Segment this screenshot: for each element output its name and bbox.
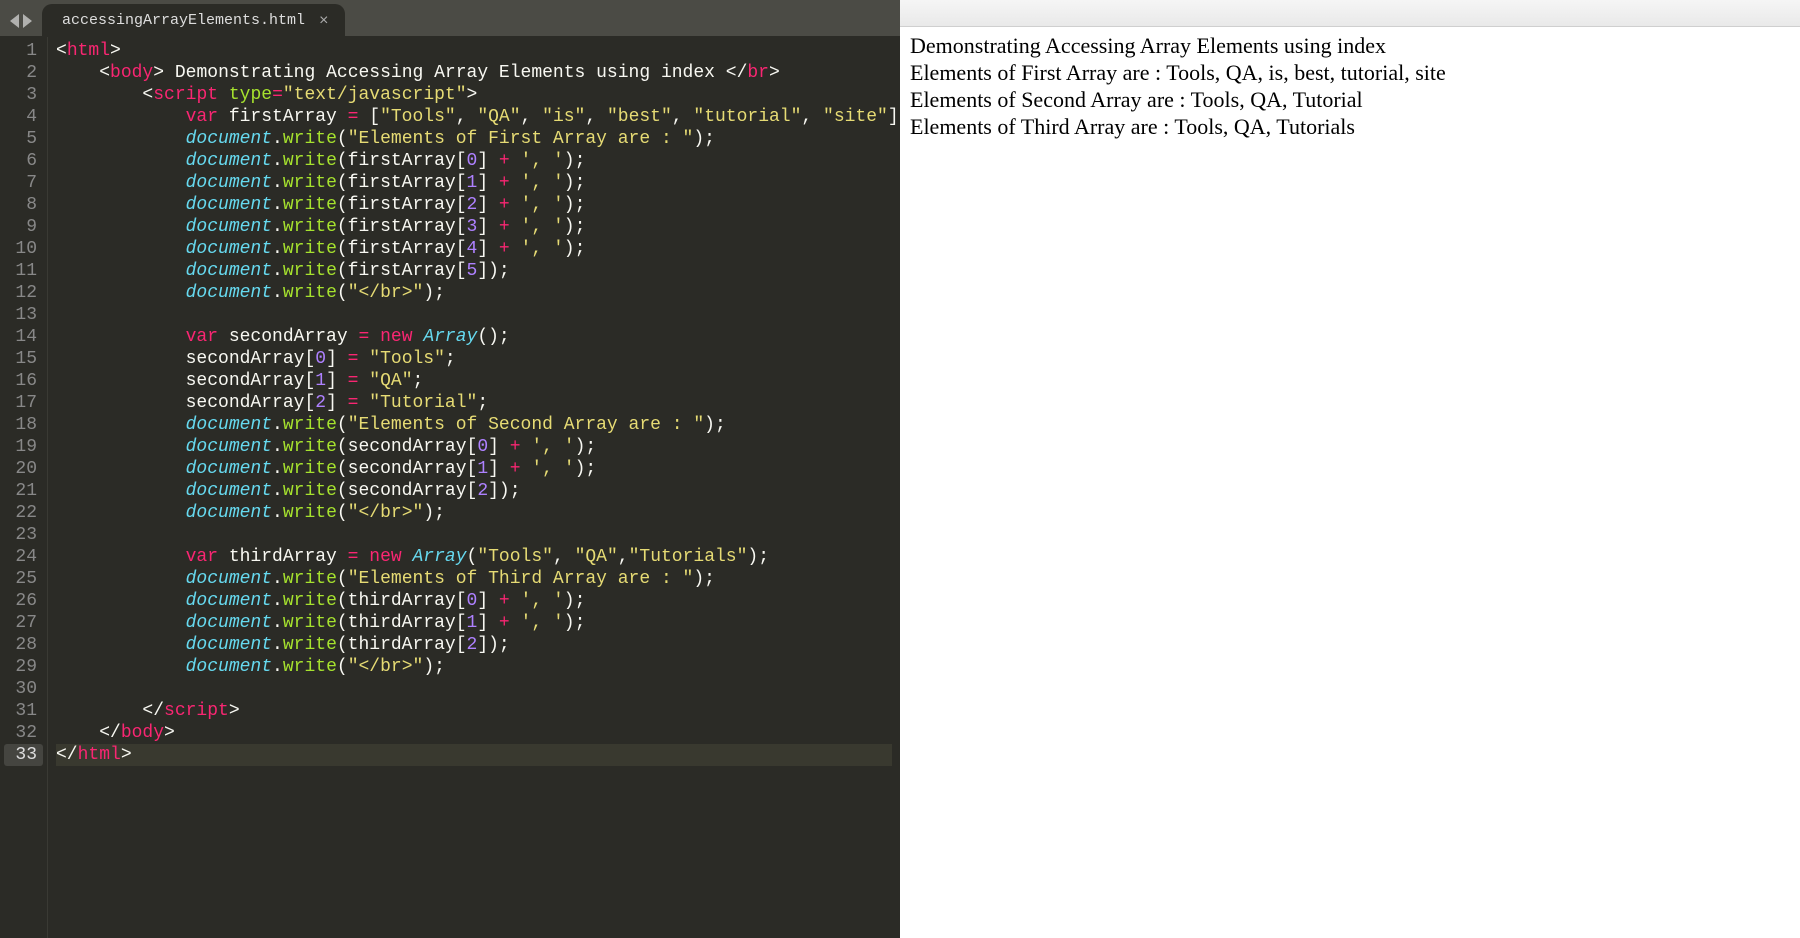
line-number: 26 <box>4 590 37 612</box>
line-number: 17 <box>4 392 37 414</box>
line-number: 10 <box>4 238 37 260</box>
line-number: 18 <box>4 414 37 436</box>
line-number: 33 <box>4 744 43 766</box>
browser-output-line: Elements of Third Array are : Tools, QA,… <box>910 113 1790 140</box>
browser-preview-pane: Demonstrating Accessing Array Elements u… <box>900 0 1800 938</box>
line-number: 11 <box>4 260 37 282</box>
code-line[interactable]: document.write("</br>"); <box>56 656 892 678</box>
line-number: 12 <box>4 282 37 304</box>
code-line[interactable]: document.write("Elements of First Array … <box>56 128 892 150</box>
code-line[interactable] <box>56 524 892 546</box>
code-line[interactable]: document.write(thirdArray[1] + ', '); <box>56 612 892 634</box>
line-number: 2 <box>4 62 37 84</box>
browser-window-chrome <box>900 0 1800 27</box>
code-line[interactable]: document.write("</br>"); <box>56 502 892 524</box>
line-number: 14 <box>4 326 37 348</box>
code-line[interactable]: <script type="text/javascript"> <box>56 84 892 106</box>
browser-output-line: Elements of First Array are : Tools, QA,… <box>910 59 1790 86</box>
code-line[interactable]: <body> Demonstrating Accessing Array Ele… <box>56 62 892 84</box>
line-number: 16 <box>4 370 37 392</box>
code-line[interactable]: document.write(firstArray[3] + ', '); <box>56 216 892 238</box>
line-number: 27 <box>4 612 37 634</box>
line-number: 9 <box>4 216 37 238</box>
browser-content: Demonstrating Accessing Array Elements u… <box>910 32 1790 140</box>
code-line[interactable]: document.write("Elements of Second Array… <box>56 414 892 436</box>
line-number: 5 <box>4 128 37 150</box>
code-line[interactable]: secondArray[2] = "Tutorial"; <box>56 392 892 414</box>
code-line[interactable]: var secondArray = new Array(); <box>56 326 892 348</box>
code-line[interactable] <box>56 304 892 326</box>
code-line[interactable] <box>56 678 892 700</box>
code-line[interactable]: document.write(firstArray[0] + ', '); <box>56 150 892 172</box>
line-number: 30 <box>4 678 37 700</box>
line-number: 13 <box>4 304 37 326</box>
line-number: 21 <box>4 480 37 502</box>
line-number: 19 <box>4 436 37 458</box>
code-line[interactable]: secondArray[0] = "Tools"; <box>56 348 892 370</box>
code-line[interactable]: </body> <box>56 722 892 744</box>
nav-back-icon[interactable] <box>10 14 19 28</box>
code-line[interactable]: document.write(firstArray[1] + ', '); <box>56 172 892 194</box>
code-line[interactable]: var thirdArray = new Array("Tools", "QA"… <box>56 546 892 568</box>
code-line[interactable]: document.write(thirdArray[0] + ', '); <box>56 590 892 612</box>
code-line[interactable]: var firstArray = ["Tools", "QA", "is", "… <box>56 106 892 128</box>
code-line[interactable]: document.write("Elements of Third Array … <box>56 568 892 590</box>
editor-body[interactable]: 1234567891011121314151617181920212223242… <box>0 36 900 938</box>
code-line[interactable]: document.write("</br>"); <box>56 282 892 304</box>
editor-titlebar: accessingArrayElements.html × <box>0 0 900 36</box>
code-line[interactable]: document.write(secondArray[0] + ', '); <box>56 436 892 458</box>
code-line[interactable]: </html> <box>56 744 892 766</box>
line-number: 1 <box>4 40 37 62</box>
line-number-gutter: 1234567891011121314151617181920212223242… <box>0 36 48 938</box>
line-number: 25 <box>4 568 37 590</box>
line-number: 31 <box>4 700 37 722</box>
code-line[interactable]: secondArray[1] = "QA"; <box>56 370 892 392</box>
line-number: 24 <box>4 546 37 568</box>
code-line[interactable]: <html> <box>56 40 892 62</box>
line-number: 7 <box>4 172 37 194</box>
code-line[interactable]: document.write(firstArray[2] + ', '); <box>56 194 892 216</box>
tab-close-icon[interactable]: × <box>319 13 329 29</box>
line-number: 22 <box>4 502 37 524</box>
line-number: 32 <box>4 722 37 744</box>
code-area[interactable]: <html> <body> Demonstrating Accessing Ar… <box>48 36 900 938</box>
line-number: 28 <box>4 634 37 656</box>
line-number: 3 <box>4 84 37 106</box>
browser-output-line: Demonstrating Accessing Array Elements u… <box>910 32 1790 59</box>
nav-arrows <box>10 14 32 28</box>
code-line[interactable]: document.write(firstArray[5]); <box>56 260 892 282</box>
tab-filename: accessingArrayElements.html <box>62 12 305 29</box>
line-number: 6 <box>4 150 37 172</box>
code-line[interactable]: document.write(secondArray[2]); <box>56 480 892 502</box>
code-line[interactable]: document.write(secondArray[1] + ', '); <box>56 458 892 480</box>
line-number: 4 <box>4 106 37 128</box>
code-line[interactable]: document.write(thirdArray[2]); <box>56 634 892 656</box>
line-number: 29 <box>4 656 37 678</box>
browser-output-line: Elements of Second Array are : Tools, QA… <box>910 86 1790 113</box>
editor-tab[interactable]: accessingArrayElements.html × <box>42 4 345 37</box>
line-number: 15 <box>4 348 37 370</box>
nav-forward-icon[interactable] <box>23 14 32 28</box>
line-number: 8 <box>4 194 37 216</box>
line-number: 20 <box>4 458 37 480</box>
code-line[interactable]: </script> <box>56 700 892 722</box>
line-number: 23 <box>4 524 37 546</box>
code-line[interactable]: document.write(firstArray[4] + ', '); <box>56 238 892 260</box>
code-editor-pane: accessingArrayElements.html × 1234567891… <box>0 0 900 938</box>
